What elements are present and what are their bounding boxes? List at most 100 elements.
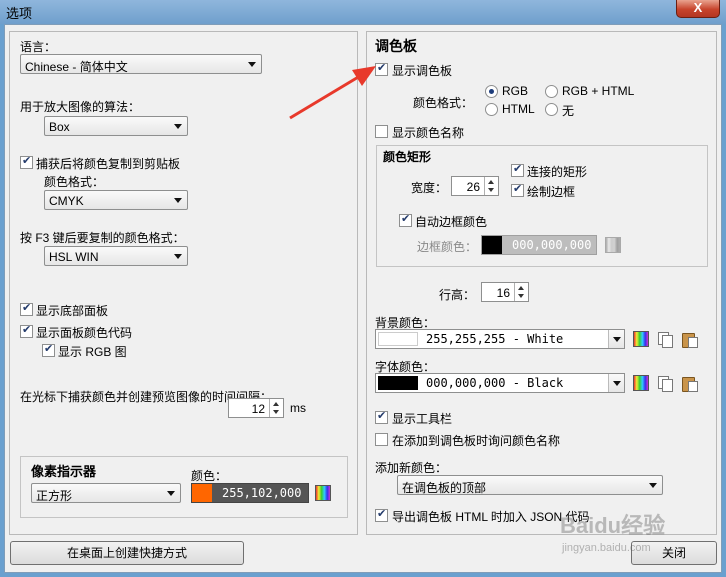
ask-name-label: 在添加到调色板时询问颜色名称 (392, 434, 561, 448)
window-close-button[interactable]: X (676, 0, 720, 18)
capture-interval-spinner[interactable]: 12 (228, 398, 284, 418)
rect-width-value: 26 (466, 180, 480, 194)
close-button[interactable]: 关闭 (631, 541, 717, 565)
capture-interval-unit: ms (290, 401, 306, 415)
border-color-picker-icon[interactable] (605, 237, 621, 253)
arrow-down-icon[interactable] (518, 294, 524, 298)
zoom-algo-value: Box (49, 120, 70, 134)
draw-border-checkbox[interactable] (511, 182, 524, 197)
font-color-value: 000,000,000 - Black (426, 376, 564, 390)
format-radio-none[interactable] (545, 103, 558, 116)
chevron-down-icon (649, 483, 657, 488)
indicator-color-field[interactable]: 255,102,000 (191, 483, 309, 503)
color-rect-group: 颜色矩形 宽度： 26 连接的矩形 绘制边框 自动边框颜色 边框颜色： 000,… (376, 145, 708, 267)
arrow-down-icon[interactable] (488, 188, 494, 192)
ask-name-checkbox[interactable] (375, 433, 388, 446)
font-copy-icon[interactable] (657, 375, 673, 392)
chevron-down-icon (167, 491, 175, 496)
right-panel: 调色板 显示调色板 颜色格式： RGB RGB + HTML HTML 无 显示… (366, 31, 717, 535)
bg-color-select[interactable]: 255,255,255 - White (375, 329, 625, 349)
f3-format-value: HSL WIN (49, 250, 99, 264)
rect-width-spinner[interactable]: 26 (451, 176, 499, 196)
border-color-field[interactable]: 000,000,000 (481, 235, 597, 255)
show-panel-codes-label: 显示面板颜色代码 (36, 326, 133, 340)
show-rgb-chart-checkbox[interactable] (42, 342, 55, 357)
bg-color-picker-icon[interactable] (633, 331, 649, 347)
annotation-arrow-head (352, 66, 376, 86)
export-json-checkbox[interactable] (375, 507, 388, 522)
annotation-arrow-shaft (289, 74, 361, 120)
show-toolbar-label: 显示工具栏 (392, 412, 453, 426)
border-color-swatch (482, 236, 502, 254)
format-radio-rgb[interactable] (485, 85, 498, 98)
bg-copy-icon[interactable] (657, 331, 673, 348)
show-bottom-panel-checkbox[interactable] (20, 301, 33, 316)
arrow-up-icon[interactable] (273, 402, 279, 406)
language-label: 语言： (20, 40, 57, 54)
bg-color-value: 255,255,255 - White (426, 332, 564, 346)
show-bottom-panel-label: 显示底部面板 (36, 304, 109, 318)
copy-on-capture-label: 捕获后将颜色复制到剪贴板 (36, 157, 181, 171)
arrow-up-icon[interactable] (488, 180, 494, 184)
format-label-rgb: RGB (502, 84, 529, 98)
indicator-shape-select[interactable]: 正方形 (31, 483, 181, 503)
create-shortcut-button[interactable]: 在桌面上创建快捷方式 (10, 541, 244, 565)
language-select[interactable]: Chinese - 简体中文 (20, 54, 262, 74)
format-label-html: HTML (502, 102, 535, 116)
pixel-indicator-title: 像素指示器 (31, 464, 97, 479)
row-height-label: 行高： (439, 288, 476, 302)
window-title: 选项 (6, 6, 33, 21)
copy-on-capture-checkbox[interactable] (20, 154, 33, 169)
format-radio-rgb-html[interactable] (545, 85, 558, 98)
auto-border-checkbox[interactable] (399, 212, 412, 227)
annotation-arrow (289, 66, 376, 120)
rect-width-label: 宽度： (411, 181, 448, 195)
show-rgb-chart-label: 显示 RGB 图 (58, 345, 127, 359)
spinner-buttons[interactable] (514, 283, 528, 301)
copy-format-select[interactable]: CMYK (44, 190, 188, 210)
font-color-select[interactable]: 000,000,000 - Black (375, 373, 625, 393)
copy-format-value: CMYK (49, 194, 84, 208)
arrow-up-icon[interactable] (518, 286, 524, 290)
show-toolbar-checkbox[interactable] (375, 409, 388, 424)
show-palette-label: 显示调色板 (392, 64, 453, 78)
indicator-color-swatch (192, 484, 212, 502)
chevron-down-icon[interactable] (608, 374, 624, 392)
zoom-algo-select[interactable]: Box (44, 116, 188, 136)
font-paste-icon[interactable] (681, 375, 698, 392)
row-height-spinner[interactable]: 16 (481, 282, 529, 302)
add-new-color-select[interactable]: 在调色板的顶部 (397, 475, 663, 495)
bg-paste-icon[interactable] (681, 331, 698, 348)
indicator-shape-value: 正方形 (36, 489, 73, 503)
chevron-down-icon[interactable] (608, 330, 624, 348)
spinner-buttons[interactable] (484, 177, 498, 195)
color-picker-icon[interactable] (315, 485, 331, 501)
font-color-swatch (378, 376, 418, 390)
format-radio-html[interactable] (485, 103, 498, 116)
add-new-color-label: 添加新颜色： (375, 461, 448, 475)
show-color-names-label: 显示颜色名称 (392, 126, 465, 140)
connected-rect-checkbox[interactable] (511, 162, 524, 177)
copy-format-label: 颜色格式： (44, 175, 105, 189)
title-bar: 选项 X (0, 0, 726, 24)
border-color-label: 边框颜色： (417, 240, 478, 254)
show-panel-codes-checkbox[interactable] (20, 323, 33, 338)
color-format-label: 颜色格式： (413, 96, 474, 110)
capture-interval-value: 12 (251, 402, 265, 416)
font-color-picker-icon[interactable] (633, 375, 649, 391)
format-label-none: 无 (562, 104, 575, 118)
indicator-color-value: 255,102,000 (222, 486, 302, 500)
chevron-down-icon (174, 124, 182, 129)
spinner-buttons[interactable] (269, 399, 283, 417)
chevron-down-icon (248, 62, 256, 67)
palette-section-title: 调色板 (375, 38, 417, 54)
border-color-value: 000,000,000 (512, 238, 592, 252)
export-json-label: 导出调色板 HTML 时加入 JSON 代码 (392, 510, 590, 524)
language-value: Chinese - 简体中文 (25, 60, 128, 74)
chevron-down-icon (174, 198, 182, 203)
color-rect-title: 颜色矩形 (383, 150, 432, 164)
arrow-down-icon[interactable] (273, 410, 279, 414)
f3-format-select[interactable]: HSL WIN (44, 246, 188, 266)
bg-color-swatch (378, 332, 418, 346)
draw-border-label: 绘制边框 (527, 185, 576, 199)
